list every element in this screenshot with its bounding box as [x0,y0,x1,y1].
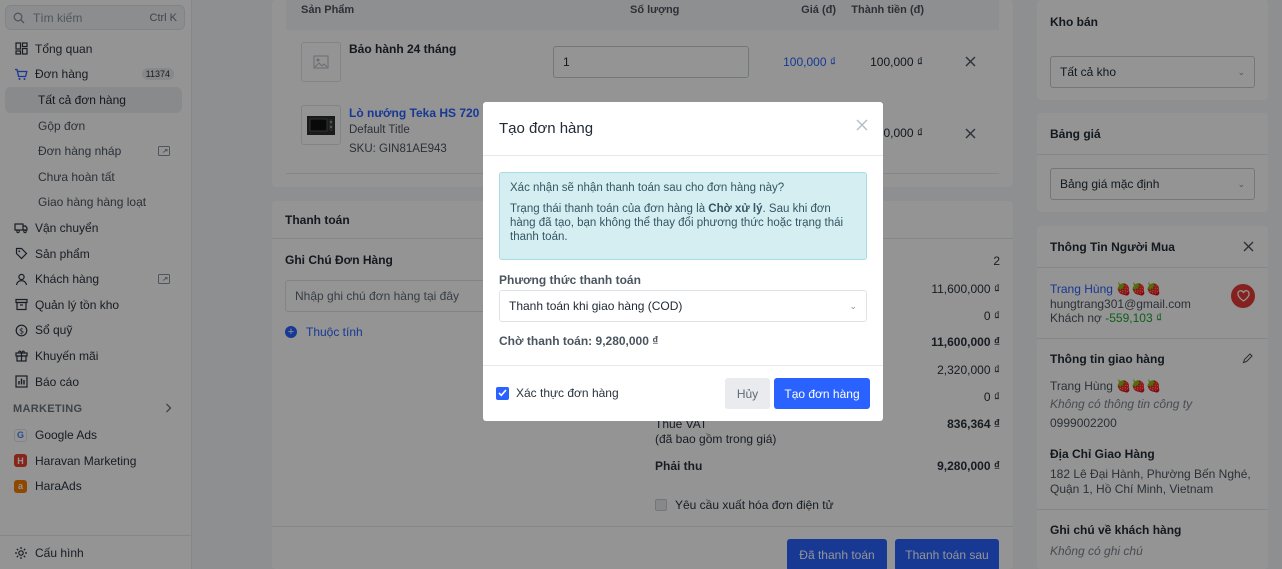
modal-title: Tạo đơn hàng [483,102,883,156]
close-icon [856,119,868,131]
create-order-button[interactable]: Tạo đơn hàng [774,378,870,409]
payment-method-select[interactable]: Thanh toán khi giao hàng (COD) ⌄ [499,290,867,322]
alert-line1: Xác nhận sẽ nhận thanh toán sau cho đơn … [510,182,785,194]
verify-order-checkbox[interactable]: Xác thực đơn hàng [496,386,619,400]
alert-text: Trạng thái thanh toán của đơn hàng là [510,203,709,215]
chevron-down-icon: ⌄ [849,300,857,311]
payment-method-label: Phương thức thanh toán [499,273,641,287]
awaiting-payment: Chờ thanh toán: 9,280,000 ₫ [499,334,659,348]
alert-status: Chờ xử lý [708,203,763,215]
payment-method-value: Thanh toán khi giao hàng (COD) [509,299,683,313]
cancel-button[interactable]: Hủy [725,378,770,409]
alert-line2: Trạng thái thanh toán của đơn hàng là Ch… [510,202,856,244]
modal-footer: Xác thực đơn hàng Hủy Tạo đơn hàng [483,365,883,421]
verify-label: Xác thực đơn hàng [516,386,619,400]
info-alert: Xác nhận sẽ nhận thanh toán sau cho đơn … [499,172,867,260]
create-order-modal: Tạo đơn hàng Xác nhận sẽ nhận thanh toán… [483,102,883,421]
checkbox-checked[interactable] [496,386,509,400]
modal-close-button[interactable] [856,119,868,134]
check-icon [498,389,507,397]
